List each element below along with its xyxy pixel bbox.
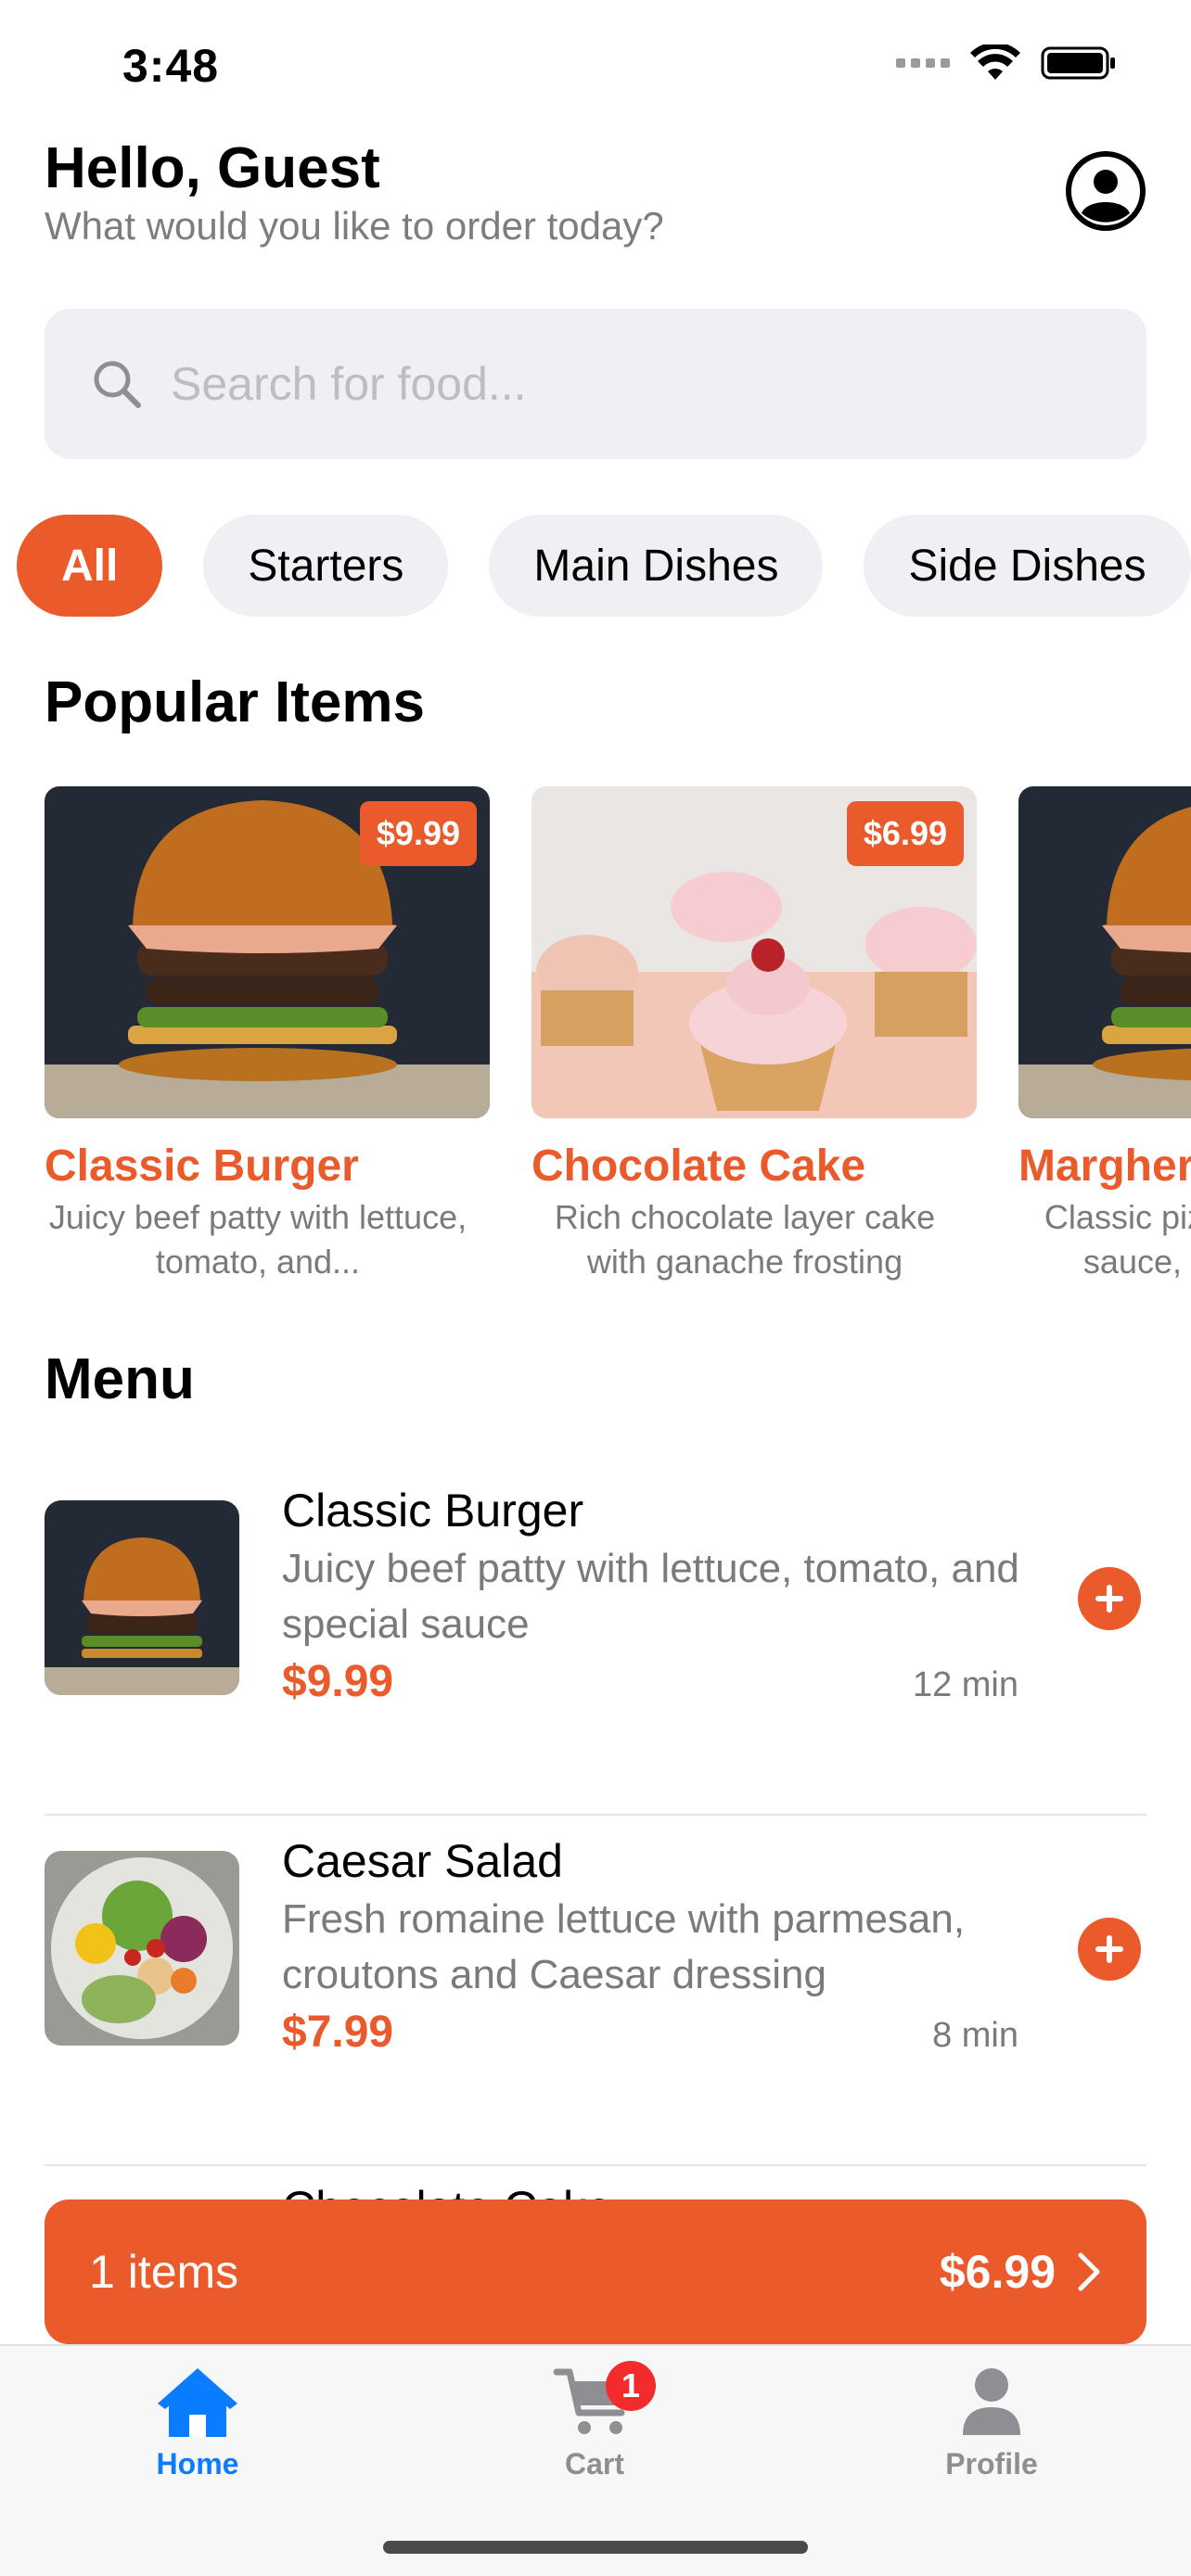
menu-item-description: Juicy beef patty with lettuce, tomato, a… xyxy=(282,1546,1019,1647)
popular-item-name: Chocolate Cake xyxy=(531,1141,866,1191)
cart-total: $6.99 xyxy=(939,2246,1056,2298)
view-cart-bar[interactable]: 1 items $6.99 xyxy=(45,2200,1146,2344)
search-bar[interactable] xyxy=(45,309,1146,459)
wifi-icon xyxy=(970,45,1020,80)
cellular-signal-icon xyxy=(896,58,950,68)
search-icon xyxy=(94,361,141,408)
home-indicator xyxy=(383,2541,808,2554)
header: Hello, Guest What would you like to orde… xyxy=(45,135,1146,250)
category-chip-side-dishes[interactable]: Side Dishes xyxy=(864,515,1191,617)
greeting-title: Hello, Guest xyxy=(45,136,380,200)
category-chips: All Starters Main Dishes Side Dishes xyxy=(17,515,1191,617)
popular-items-title: Popular Items xyxy=(45,670,425,734)
menu-item[interactable]: Caesar Salad Fresh romaine lettuce with … xyxy=(45,1816,1146,2166)
search-input[interactable] xyxy=(171,357,1052,411)
burger-image: $9.99 xyxy=(45,786,490,1118)
menu-title: Menu xyxy=(45,1347,195,1411)
popular-card[interactable]: $6.99 Chocolate Cake Rich chocolate laye… xyxy=(531,786,977,1287)
popular-item-name: Classic Burger xyxy=(45,1141,359,1191)
add-to-cart-button[interactable] xyxy=(1078,1918,1141,1981)
menu-item-prep-time: 8 min xyxy=(932,2016,1018,2055)
popular-item-description: Juicy beef patty with lettuce, tomato, a… xyxy=(48,1198,467,1281)
pizza-image xyxy=(1018,786,1191,1118)
price-badge: $9.99 xyxy=(359,801,477,866)
menu-item-name: Classic Burger xyxy=(282,1485,584,1537)
menu-item-price: $9.99 xyxy=(282,1657,394,1706)
tab-label: Home xyxy=(156,2447,239,2480)
popular-card[interactable]: Margherita Pizza Classic pizza with toma… xyxy=(1018,786,1191,1287)
popular-card[interactable]: $9.99 Classic Burger Juicy beef patty wi… xyxy=(45,786,490,1287)
chevron-right-icon xyxy=(1078,2252,1100,2291)
price-badge: $6.99 xyxy=(846,801,964,866)
tab-home[interactable]: Home xyxy=(105,2365,290,2481)
menu-list: Classic Burger Juicy beef patty with let… xyxy=(45,1465,1146,2166)
popular-items-carousel: $9.99 Classic Burger Juicy beef patty wi… xyxy=(45,786,1191,1287)
burger-photo xyxy=(1018,786,1191,1118)
burger-thumbnail xyxy=(45,1500,239,1695)
cart-badge: 1 xyxy=(606,2361,656,2411)
profile-button[interactable] xyxy=(1065,150,1146,232)
category-chip-starters[interactable]: Starters xyxy=(203,515,449,617)
category-chip-main-dishes[interactable]: Main Dishes xyxy=(489,515,824,617)
category-chip-all[interactable]: All xyxy=(17,515,163,617)
plus-icon xyxy=(1095,1585,1123,1613)
person-icon xyxy=(963,2368,1020,2435)
status-icons xyxy=(896,45,1117,82)
popular-item-description: Classic pizza with tomato sauce, mozzare… xyxy=(1044,1198,1191,1281)
status-time: 3:48 xyxy=(122,40,220,92)
menu-item-price: $7.99 xyxy=(282,2008,394,2057)
salad-thumbnail xyxy=(45,1851,239,2046)
popular-item-name: Margherita Pizza xyxy=(1018,1141,1191,1191)
menu-item-name: Caesar Salad xyxy=(282,1835,563,1887)
cupcake-image: $6.99 xyxy=(531,786,977,1118)
tab-label: Profile xyxy=(945,2447,1038,2480)
cart-item-count: 1 items xyxy=(89,2246,239,2298)
tab-cart[interactable]: 1 Cart xyxy=(502,2361,687,2481)
tab-profile[interactable]: Profile xyxy=(899,2365,1084,2481)
status-bar: 3:48 xyxy=(0,0,1191,130)
greeting-subtitle: What would you like to order today? xyxy=(45,204,664,248)
menu-item[interactable]: Classic Burger Juicy beef patty with let… xyxy=(45,1465,1146,1816)
plus-icon xyxy=(1095,1935,1123,1963)
popular-item-description: Rich chocolate layer cake with ganache f… xyxy=(554,1198,936,1281)
menu-item-description: Fresh romaine lettuce with parmesan, cro… xyxy=(282,1896,966,1997)
tab-label: Cart xyxy=(564,2447,624,2480)
menu-item-prep-time: 12 min xyxy=(912,1665,1018,1704)
battery-icon xyxy=(1041,46,1115,80)
house-icon xyxy=(158,2368,237,2437)
add-to-cart-button[interactable] xyxy=(1078,1567,1141,1630)
